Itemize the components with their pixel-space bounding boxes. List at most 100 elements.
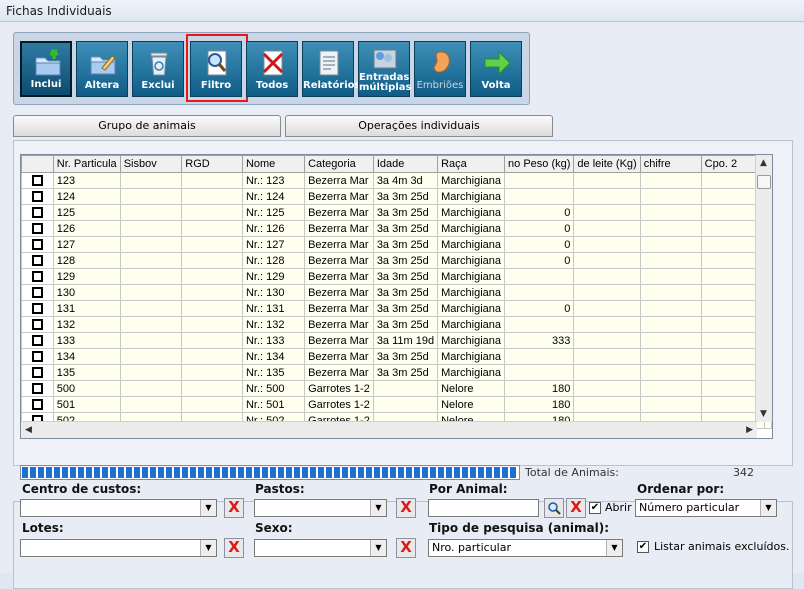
- search-animal-button[interactable]: [544, 498, 564, 518]
- table-cell: Nr.: 125: [241, 204, 306, 221]
- column-header[interactable]: no Peso (kg): [504, 155, 575, 173]
- row-checkbox[interactable]: [31, 382, 43, 394]
- table-cell: [639, 300, 702, 317]
- table-cell: [504, 348, 575, 365]
- row-checkbox[interactable]: [31, 254, 43, 266]
- column-header[interactable]: Sisbov: [119, 155, 183, 173]
- centro-custos-select[interactable]: ▼: [20, 499, 217, 517]
- multiple-entries-button[interactable]: Entradas múltiplas: [358, 41, 411, 97]
- column-header[interactable]: chifre: [639, 155, 702, 173]
- scroll-up-icon[interactable]: ▲: [760, 158, 767, 168]
- all-button[interactable]: Todos: [246, 41, 298, 97]
- table-row[interactable]: 132 Nr.: 132 Bezerra Mar 3a 3m 25d Marchigia…: [21, 316, 772, 333]
- tipo-pesquisa-select[interactable]: Nro. particular ▼: [428, 539, 623, 557]
- column-header[interactable]: Idade: [372, 155, 439, 173]
- column-header[interactable]: Nr. Particula: [52, 155, 121, 173]
- table-row[interactable]: 500 Nr.: 500 Garrotes 1-2 Nelore 180: [21, 380, 772, 397]
- table-cell: Nelore: [437, 380, 506, 397]
- row-select-cell[interactable]: [21, 204, 54, 221]
- table-cell: Nelore: [437, 396, 506, 413]
- column-header[interactable]: Categoria: [304, 155, 374, 173]
- tab-grupo-animais[interactable]: Grupo de animais: [13, 115, 281, 137]
- table-cell: 500: [52, 380, 121, 397]
- tab-operacoes-individuais[interactable]: Operações individuais: [285, 115, 553, 137]
- row-checkbox[interactable]: [31, 222, 43, 234]
- row-checkbox[interactable]: [31, 334, 43, 346]
- table-row[interactable]: 133 Nr.: 133 Bezerra Mar 3a 11m 19d Marchigi…: [21, 332, 772, 349]
- back-button[interactable]: Volta: [470, 41, 522, 97]
- table-cell: Marchigiana: [437, 236, 506, 253]
- table-row[interactable]: 131 Nr.: 131 Bezerra Mar 3a 3m 25d Marchigia…: [21, 300, 772, 317]
- edit-button[interactable]: Altera: [76, 41, 128, 97]
- row-select-cell[interactable]: [21, 396, 54, 413]
- reports-button[interactable]: Relatórios: [302, 41, 361, 97]
- row-checkbox[interactable]: [31, 398, 43, 410]
- table-row[interactable]: 123 Nr.: 123 Bezerra Mar 3a 4m 3d Marchigian…: [21, 172, 772, 189]
- row-select-cell[interactable]: [21, 380, 54, 397]
- row-select-cell[interactable]: [21, 236, 54, 253]
- column-header[interactable]: Raça: [437, 155, 506, 173]
- row-checkbox[interactable]: [31, 270, 43, 282]
- row-select-cell[interactable]: [21, 348, 54, 365]
- row-checkbox[interactable]: [31, 174, 43, 186]
- delete-button[interactable]: Exclui: [132, 41, 184, 97]
- row-select-cell[interactable]: [21, 188, 54, 205]
- table-row[interactable]: 126 Nr.: 126 Bezerra Mar 3a 3m 25d Marchigia…: [21, 220, 772, 237]
- table-row[interactable]: 134 Nr.: 134 Bezerra Mar 3a 3m 25d Marchigia…: [21, 348, 772, 365]
- clear-sexo-button[interactable]: X: [396, 538, 416, 558]
- row-checkbox[interactable]: [31, 318, 43, 330]
- table-row[interactable]: 125 Nr.: 125 Bezerra Mar 3a 3m 25d Marchigia…: [21, 204, 772, 221]
- vertical-scroll-thumb[interactable]: [757, 175, 771, 189]
- table-cell: [573, 332, 641, 349]
- table-cell: Garrotes 1-2: [304, 380, 374, 397]
- table-cell: Marchigiana: [437, 316, 506, 333]
- table-row[interactable]: 128 Nr.: 128 Bezerra Mar 3a 3m 25d Marchigia…: [21, 252, 772, 269]
- embryos-button[interactable]: Embriões: [414, 41, 466, 97]
- table-row[interactable]: 130 Nr.: 130 Bezerra Mar 3a 3m 25d Marchigia…: [21, 284, 772, 301]
- include-button[interactable]: Inclui: [20, 41, 72, 97]
- row-checkbox[interactable]: [31, 302, 43, 314]
- abrir-checkbox[interactable]: ✔: [589, 502, 601, 514]
- pastos-select[interactable]: ▼: [254, 499, 387, 517]
- clear-por-animal-button[interactable]: X: [566, 498, 586, 518]
- horizontal-scrollbar[interactable]: ◀ ▶: [21, 421, 757, 438]
- row-select-cell[interactable]: [21, 268, 54, 285]
- lotes-select[interactable]: ▼: [20, 539, 217, 557]
- table-row[interactable]: 135 Nr.: 135 Bezerra Mar 3a 3m 25d Marchigia…: [21, 364, 772, 381]
- clear-centro-custos-button[interactable]: X: [224, 498, 244, 518]
- row-checkbox[interactable]: [31, 238, 43, 250]
- clear-lotes-button[interactable]: X: [224, 538, 244, 558]
- scroll-down-icon[interactable]: ▼: [760, 409, 767, 419]
- clear-pastos-button[interactable]: X: [396, 498, 416, 518]
- row-select-cell[interactable]: [21, 252, 54, 269]
- row-checkbox[interactable]: [31, 366, 43, 378]
- vertical-scrollbar[interactable]: ▲ ▼: [755, 155, 772, 422]
- table-row[interactable]: 124 Nr.: 124 Bezerra Mar 3a 3m 25d Marchigia…: [21, 188, 772, 205]
- table-row[interactable]: 127 Nr.: 127 Bezerra Mar 3a 3m 25d Marchigia…: [21, 236, 772, 253]
- row-select-cell[interactable]: [21, 316, 54, 333]
- row-checkbox[interactable]: [31, 190, 43, 202]
- row-select-cell[interactable]: [21, 172, 54, 189]
- table-row[interactable]: 501 Nr.: 501 Garrotes 1-2 Nelore 180: [21, 396, 772, 413]
- column-header[interactable]: Nome: [241, 155, 306, 173]
- row-select-cell[interactable]: [21, 220, 54, 237]
- por-animal-input[interactable]: [428, 499, 539, 517]
- row-checkbox[interactable]: [31, 350, 43, 362]
- scroll-right-icon[interactable]: ▶: [746, 425, 753, 435]
- row-select-cell[interactable]: [21, 332, 54, 349]
- row-select-cell[interactable]: [21, 284, 54, 301]
- row-checkbox[interactable]: [31, 206, 43, 218]
- row-select-cell[interactable]: [21, 364, 54, 381]
- scroll-left-icon[interactable]: ◀: [25, 425, 32, 435]
- ordenar-select[interactable]: Número particular ▼: [635, 499, 777, 517]
- column-header[interactable]: RGD: [181, 155, 243, 173]
- row-checkbox[interactable]: [31, 286, 43, 298]
- listar-excluidos-checkbox[interactable]: ✔: [637, 541, 649, 553]
- table-cell: [639, 348, 702, 365]
- table-cell: 3a 3m 25d: [372, 364, 439, 381]
- sexo-select[interactable]: ▼: [254, 539, 387, 557]
- column-header[interactable]: de leite (Kg): [573, 155, 641, 173]
- table-row[interactable]: 129 Nr.: 129 Bezerra Mar 3a 3m 25d Marchigia…: [21, 268, 772, 285]
- row-select-cell[interactable]: [21, 300, 54, 317]
- table-cell: [639, 236, 702, 253]
